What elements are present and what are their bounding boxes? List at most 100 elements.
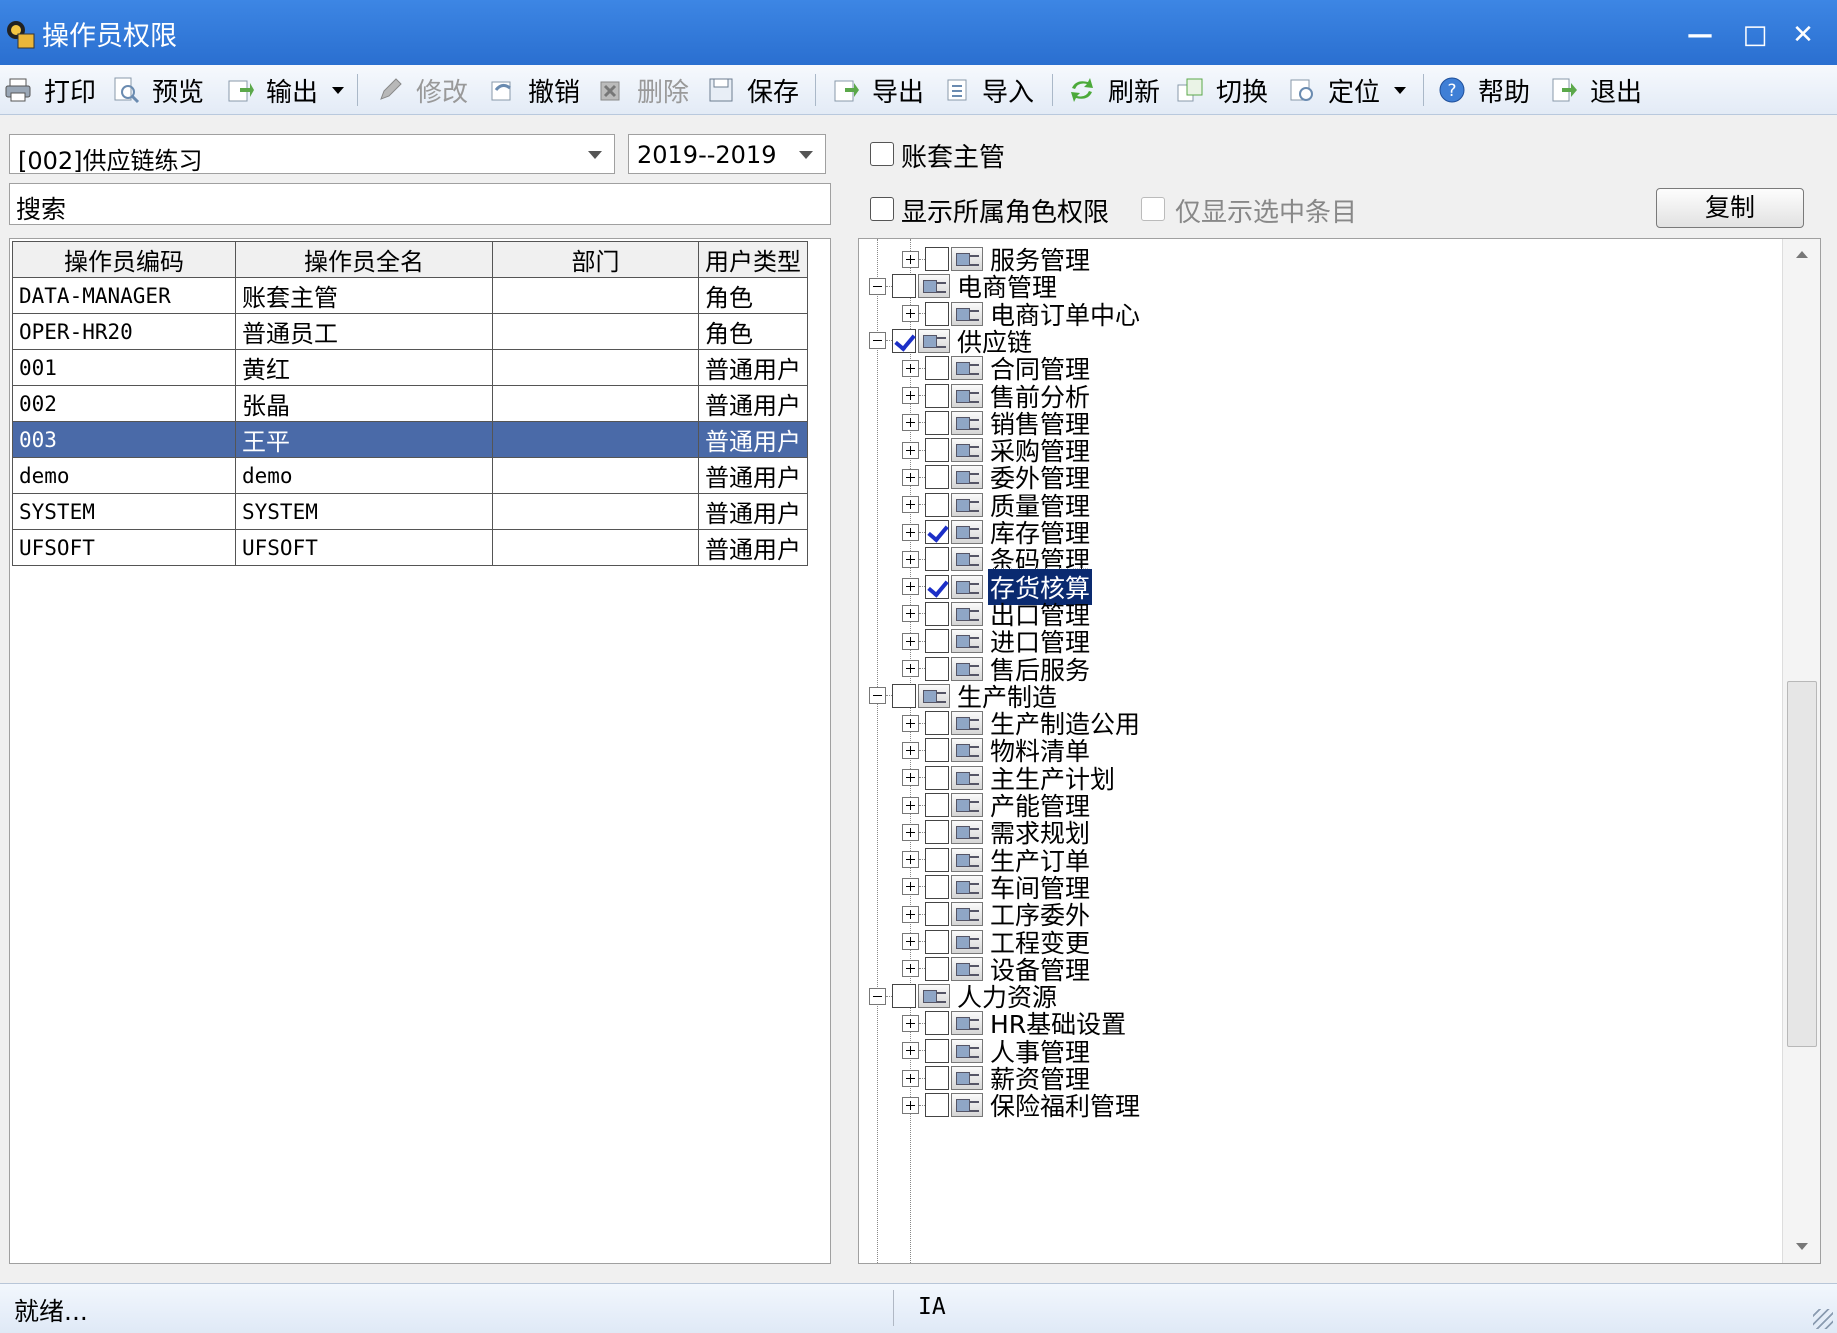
operator-code-cell[interactable]: 002 [12, 385, 236, 422]
output-button[interactable]: 输出 [226, 72, 345, 108]
operator-name-cell[interactable]: 黄红 [235, 349, 493, 386]
node-checkbox[interactable] [925, 738, 949, 763]
expand-icon[interactable] [902, 769, 919, 787]
node-checkbox[interactable] [925, 711, 949, 736]
table-row[interactable]: OPER-HR20 普通员工 角色 [12, 313, 808, 350]
node-checkbox[interactable] [925, 520, 949, 544]
print-button[interactable]: 打印 [4, 72, 96, 108]
operator-name-cell[interactable]: 张晶 [235, 385, 493, 422]
collapse-icon[interactable] [869, 277, 886, 295]
node-checkbox[interactable] [925, 902, 949, 927]
expand-icon[interactable] [902, 1096, 919, 1114]
expand-icon[interactable] [902, 441, 919, 459]
exit-button[interactable]: 退出 [1550, 72, 1642, 108]
table-row[interactable]: demo demo 普通用户 [12, 457, 808, 494]
expand-icon[interactable] [902, 714, 919, 732]
tree-node[interactable]: 保险福利管理 [902, 1089, 1142, 1121]
operator-type-cell[interactable]: 普通用户 [698, 457, 808, 494]
expand-icon[interactable] [902, 605, 919, 623]
expand-icon[interactable] [902, 387, 919, 404]
expand-icon[interactable] [902, 496, 919, 514]
expand-icon[interactable] [902, 305, 919, 323]
table-row[interactable]: 003 王平 普通用户 [12, 421, 808, 458]
operator-type-cell[interactable]: 普通用户 [698, 421, 808, 458]
copy-button[interactable]: 复制 [1656, 188, 1804, 228]
scroll-thumb[interactable] [1787, 681, 1817, 1047]
expand-icon[interactable] [902, 741, 919, 759]
search-input[interactable]: 搜索 [9, 183, 831, 225]
operator-code-cell[interactable]: OPER-HR20 [12, 313, 236, 350]
node-checkbox[interactable] [925, 820, 949, 845]
show-role-perms-checkbox[interactable] [870, 197, 894, 221]
node-checkbox[interactable] [925, 874, 949, 899]
column-header-name[interactable]: 操作员全名 [235, 241, 493, 278]
maximize-button[interactable]: □ [1740, 20, 1770, 50]
operator-code-cell[interactable]: DATA-MANAGER [12, 277, 236, 314]
operator-type-cell[interactable]: 普通用户 [698, 349, 808, 386]
node-checkbox[interactable] [925, 247, 949, 271]
node-checkbox[interactable] [925, 547, 949, 572]
node-checkbox[interactable] [892, 984, 916, 1009]
delete-button[interactable]: 删除 [597, 72, 689, 108]
scroll-up-icon[interactable] [1783, 239, 1820, 269]
node-checkbox[interactable] [925, 1093, 949, 1118]
edit-button[interactable]: 修改 [376, 72, 468, 108]
account-select[interactable]: [002]供应链练习 [9, 134, 615, 175]
operator-dept-cell[interactable] [492, 313, 699, 350]
node-checkbox[interactable] [925, 410, 949, 435]
column-header-type[interactable]: 用户类型 [698, 241, 808, 278]
node-checkbox[interactable] [925, 356, 949, 381]
operator-dept-cell[interactable] [492, 493, 699, 530]
table-row[interactable]: UFSOFT UFSOFT 普通用户 [12, 529, 808, 566]
expand-icon[interactable] [902, 933, 919, 950]
node-checkbox[interactable] [925, 793, 949, 817]
node-checkbox[interactable] [925, 1038, 949, 1063]
node-checkbox[interactable] [925, 765, 949, 790]
tree-node-label[interactable]: 保险福利管理 [988, 1087, 1142, 1123]
import-button[interactable]: 导入 [942, 72, 1034, 108]
expand-icon[interactable] [902, 523, 919, 541]
expand-icon[interactable] [902, 960, 919, 978]
column-header-code[interactable]: 操作员编码 [12, 241, 236, 278]
expand-icon[interactable] [902, 905, 919, 923]
node-checkbox[interactable] [925, 1066, 949, 1090]
operator-dept-cell[interactable] [492, 277, 699, 314]
table-row[interactable]: SYSTEM SYSTEM 普通用户 [12, 493, 808, 530]
expand-icon[interactable] [902, 660, 919, 677]
switch-button[interactable]: 切换 [1176, 72, 1268, 108]
node-checkbox[interactable] [925, 438, 949, 463]
column-header-dept[interactable]: 部门 [492, 241, 699, 278]
scroll-down-icon[interactable] [1783, 1233, 1820, 1263]
node-checkbox[interactable] [925, 301, 949, 326]
operator-name-cell[interactable]: SYSTEM [235, 493, 493, 530]
operator-name-cell[interactable]: UFSOFT [235, 529, 493, 566]
operator-code-cell[interactable]: UFSOFT [12, 529, 236, 566]
expand-icon[interactable] [902, 250, 919, 268]
close-button[interactable]: ✕ [1788, 20, 1818, 50]
table-row[interactable]: 002 张晶 普通用户 [12, 385, 808, 422]
tree-scrollbar[interactable] [1782, 239, 1820, 1263]
locate-dropdown-icon[interactable] [1394, 86, 1407, 94]
resize-grip-icon[interactable] [1813, 1309, 1833, 1329]
operator-name-cell[interactable]: 账套主管 [235, 277, 493, 314]
help-button[interactable]: ? 帮助 [1438, 72, 1530, 108]
expand-icon[interactable] [902, 578, 919, 596]
expand-icon[interactable] [902, 1042, 919, 1060]
node-checkbox[interactable] [925, 656, 949, 681]
operator-dept-cell[interactable] [492, 385, 699, 422]
operator-type-cell[interactable]: 普通用户 [698, 529, 808, 566]
node-checkbox[interactable] [925, 847, 949, 872]
operator-code-cell[interactable]: SYSTEM [12, 493, 236, 530]
node-checkbox[interactable] [925, 929, 949, 954]
preview-button[interactable]: 预览 [112, 72, 204, 108]
node-checkbox[interactable] [892, 328, 916, 353]
expand-icon[interactable] [902, 359, 919, 377]
refresh-button[interactable]: 刷新 [1068, 72, 1160, 108]
expand-icon[interactable] [902, 878, 919, 896]
operator-dept-cell[interactable] [492, 529, 699, 566]
node-checkbox[interactable] [925, 601, 949, 626]
node-checkbox[interactable] [925, 1011, 949, 1036]
node-checkbox[interactable] [925, 574, 949, 599]
operator-type-cell[interactable]: 角色 [698, 313, 808, 350]
operator-code-cell[interactable]: 001 [12, 349, 236, 386]
